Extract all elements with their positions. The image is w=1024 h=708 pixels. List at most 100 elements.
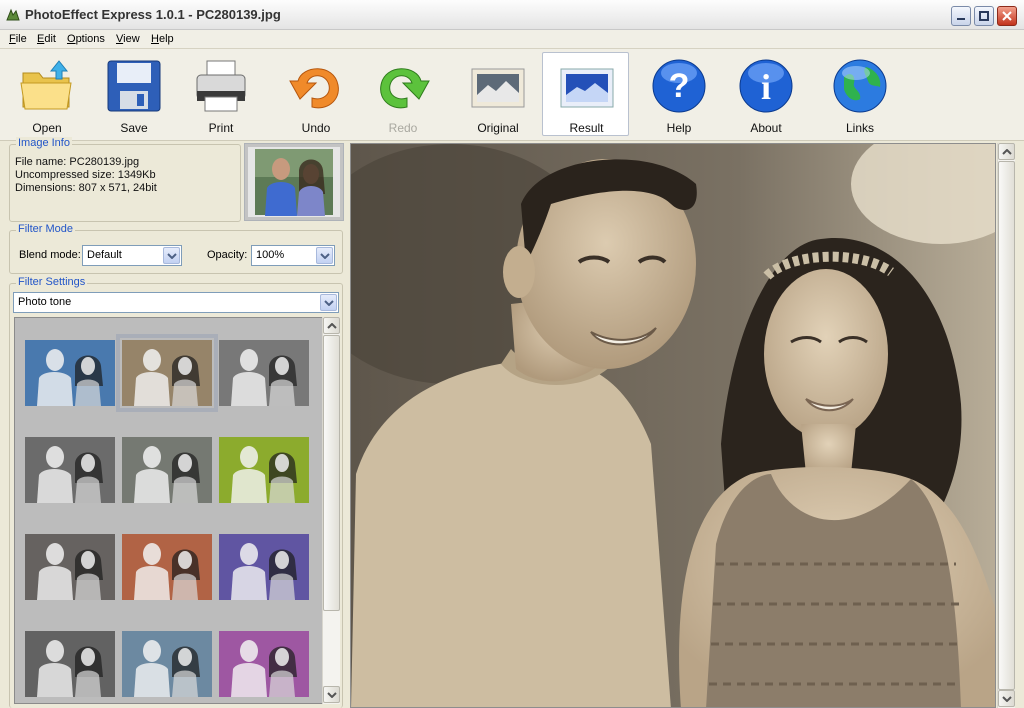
open-label: Open xyxy=(32,121,62,135)
chevron-up-icon xyxy=(1002,149,1012,155)
blend-mode-select[interactable]: Default xyxy=(82,245,182,266)
help-icon: ? xyxy=(652,59,706,113)
filter-preview-image xyxy=(25,631,115,697)
links-button[interactable]: Links xyxy=(818,53,902,137)
redo-button[interactable]: Redo xyxy=(361,53,445,137)
dimensions-text: Dimensions: 807 x 571, 24bit xyxy=(15,182,157,194)
menu-view[interactable]: View xyxy=(116,33,140,45)
menu-bar: File Edit Options View Help xyxy=(0,30,1024,49)
thumbnail-scrollbar[interactable] xyxy=(322,317,340,704)
filter-thumbnail[interactable] xyxy=(25,534,115,600)
menu-edit[interactable]: Edit xyxy=(37,33,56,45)
filter-thumbnail-grid xyxy=(14,317,340,704)
title-bar: PhotoEffect Express 1.0.1 - PC280139.jpg xyxy=(0,0,1024,30)
filter-preview-image xyxy=(219,437,309,503)
result-photo xyxy=(351,144,995,707)
filter-thumbnail[interactable] xyxy=(219,534,309,600)
image-scroll-down-button[interactable] xyxy=(998,690,1015,707)
blend-mode-value: Default xyxy=(87,249,122,261)
menu-file[interactable]: File xyxy=(9,33,27,45)
filter-thumbnail[interactable] xyxy=(219,340,309,406)
opacity-value: 100% xyxy=(256,249,285,261)
filter-settings-title: Filter Settings xyxy=(16,276,88,288)
scroll-up-button[interactable] xyxy=(323,317,340,334)
chevron-down-icon xyxy=(320,253,330,259)
about-button[interactable]: i About xyxy=(724,53,808,137)
blend-mode-label: Blend mode: xyxy=(19,249,81,261)
chevron-down-icon xyxy=(324,300,334,306)
minimize-button[interactable] xyxy=(951,6,971,26)
minimize-icon xyxy=(957,18,965,20)
save-button[interactable]: Save xyxy=(92,53,176,137)
filter-thumbnail[interactable] xyxy=(122,534,212,600)
scroll-thumb[interactable] xyxy=(323,335,340,611)
filter-thumbnail[interactable] xyxy=(25,631,115,697)
image-scroll-thumb[interactable] xyxy=(998,161,1015,690)
original-label: Original xyxy=(477,121,519,135)
maximize-icon xyxy=(979,11,989,21)
chevron-down-icon xyxy=(1002,696,1012,702)
filter-preview-image xyxy=(25,534,115,600)
redo-label: Redo xyxy=(388,121,418,135)
filter-preset-dropdown-arrow[interactable] xyxy=(320,294,337,311)
filter-thumbnail[interactable] xyxy=(25,340,115,406)
filter-thumbnail[interactable] xyxy=(219,631,309,697)
printer-icon xyxy=(196,60,246,112)
menu-options[interactable]: Options xyxy=(67,33,105,45)
original-button[interactable]: Original xyxy=(456,53,540,137)
result-button[interactable]: Result xyxy=(542,52,629,136)
filter-preview-image xyxy=(122,534,212,600)
original-photo-icon xyxy=(471,68,525,108)
chevron-down-icon xyxy=(167,253,177,259)
open-button[interactable]: Open xyxy=(5,53,89,137)
undo-button[interactable]: Undo xyxy=(274,53,358,137)
help-button[interactable]: ? Help xyxy=(637,53,721,137)
chevron-up-icon xyxy=(327,323,337,329)
filter-preview-image xyxy=(25,340,115,406)
file-name-text: File name: PC280139.jpg xyxy=(15,156,140,168)
app-icon xyxy=(6,8,20,21)
filter-mode-title: Filter Mode xyxy=(16,223,76,235)
svg-text:i: i xyxy=(761,67,771,107)
globe-icon xyxy=(833,59,887,113)
print-button[interactable]: Print xyxy=(179,53,263,137)
filter-thumbnail[interactable] xyxy=(122,631,212,697)
image-info-group: Image Info File name: PC280139.jpg Uncom… xyxy=(9,137,241,222)
links-label: Links xyxy=(845,121,874,135)
toolbar: Open Save Print Undo Redo Original Resul… xyxy=(0,49,1024,141)
opacity-dropdown-arrow[interactable] xyxy=(316,247,333,264)
image-scroll-up-button[interactable] xyxy=(998,143,1015,160)
close-icon xyxy=(1002,11,1012,21)
scroll-down-button[interactable] xyxy=(323,686,340,703)
filter-thumbnail[interactable] xyxy=(122,437,212,503)
filter-preview-image xyxy=(219,631,309,697)
window-title: PhotoEffect Express 1.0.1 - PC280139.jpg xyxy=(25,7,281,22)
filter-thumbnail[interactable] xyxy=(25,437,115,503)
uncompressed-size-text: Uncompressed size: 1349Kb xyxy=(15,169,156,181)
filter-preview-image xyxy=(25,437,115,503)
filter-preview-image xyxy=(122,340,212,406)
chevron-down-icon xyxy=(327,692,337,698)
image-vertical-scrollbar[interactable] xyxy=(997,143,1015,708)
filter-thumbnail[interactable] xyxy=(219,437,309,503)
print-label: Print xyxy=(208,121,234,135)
info-icon: i xyxy=(739,59,793,113)
maximize-button[interactable] xyxy=(974,6,994,26)
save-label: Save xyxy=(120,121,148,135)
result-photo-icon xyxy=(560,68,614,108)
close-button[interactable] xyxy=(997,6,1017,26)
folder-open-icon xyxy=(20,60,72,110)
preview-photo xyxy=(242,141,346,223)
preview-thumbnail xyxy=(242,141,346,223)
result-label: Result xyxy=(569,121,604,135)
filter-preset-value: Photo tone xyxy=(18,296,72,308)
filter-thumbnail[interactable] xyxy=(116,334,218,412)
left-panel: Image Info File name: PC280139.jpg Uncom… xyxy=(0,137,348,708)
svg-text:?: ? xyxy=(669,67,690,105)
opacity-select[interactable]: 100% xyxy=(251,245,335,266)
filter-preset-select[interactable]: Photo tone xyxy=(13,292,339,313)
image-info-title: Image Info xyxy=(16,137,72,149)
menu-help[interactable]: Help xyxy=(151,33,174,45)
blend-mode-dropdown-arrow[interactable] xyxy=(163,247,180,264)
result-image-view[interactable] xyxy=(350,143,996,708)
